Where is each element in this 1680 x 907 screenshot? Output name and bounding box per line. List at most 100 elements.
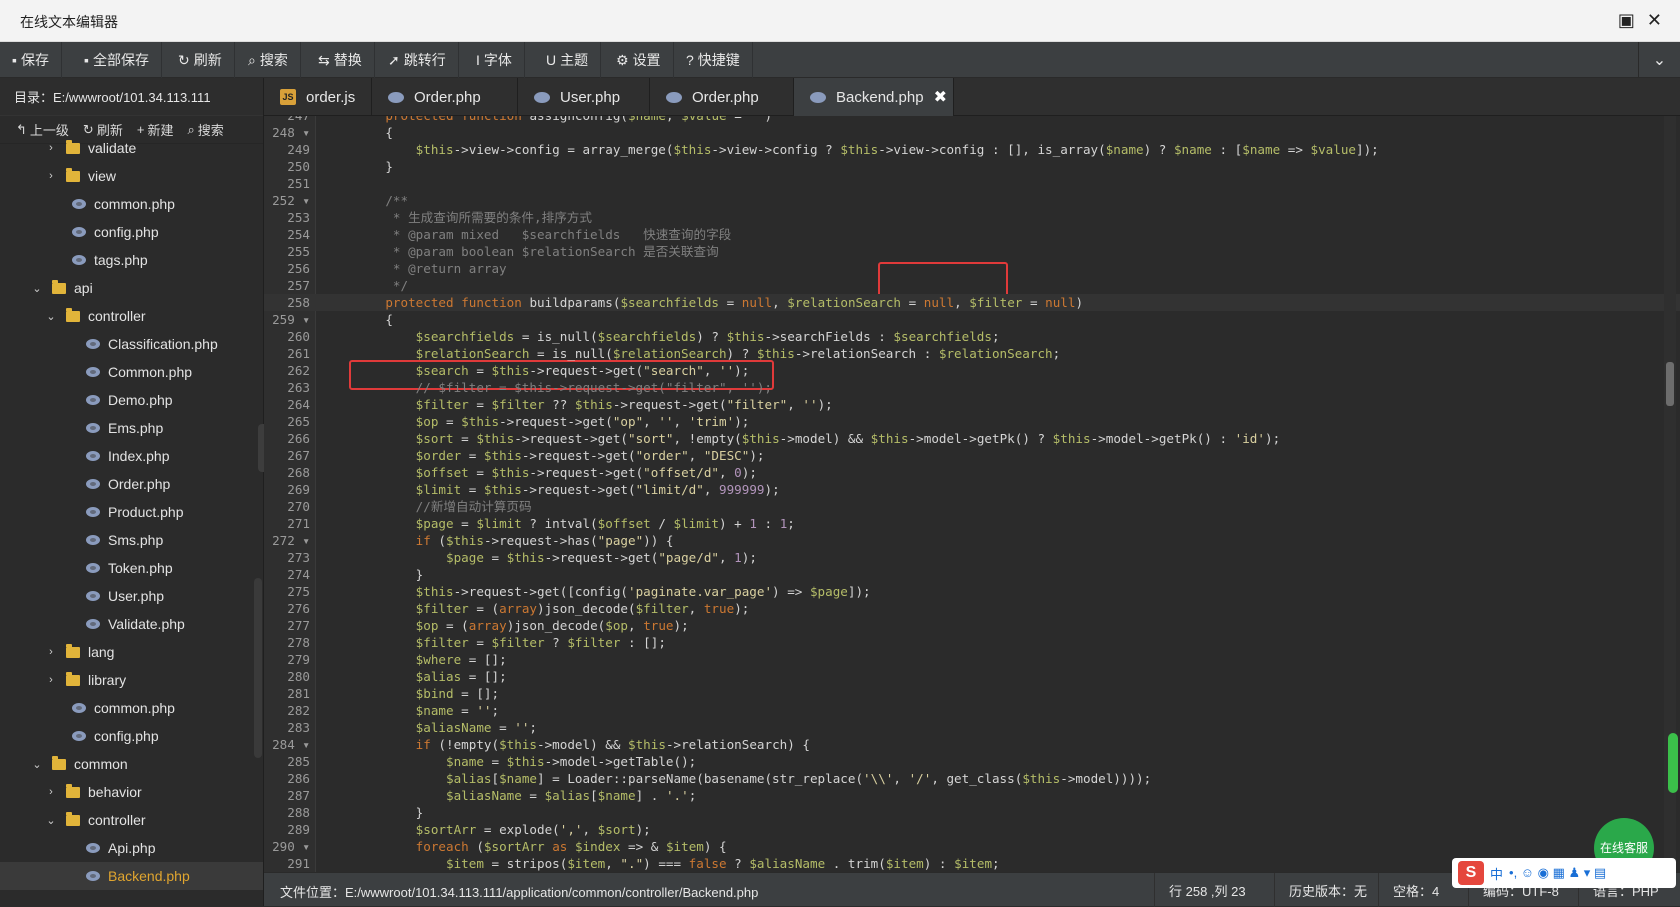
code-line[interactable]: 253 * 生成查询所需要的条件,排序方式 — [264, 209, 1680, 226]
tree-folder[interactable]: ⌄ controller — [0, 302, 263, 330]
chevron-down-icon[interactable]: ⌄ — [30, 758, 44, 771]
tree-folder[interactable]: › lang — [0, 638, 263, 666]
tree-file[interactable]: config.php — [0, 722, 263, 750]
code-line[interactable]: 262 $search = $this->request->get("searc… — [264, 362, 1680, 379]
tree-folder[interactable]: › behavior — [0, 778, 263, 806]
tree-file[interactable]: Product.php — [0, 498, 263, 526]
toolbar-dropdown-icon[interactable]: ⌄ — [1638, 42, 1680, 78]
chevron-down-icon[interactable]: ⌄ — [44, 814, 58, 827]
code-line[interactable]: 281 $bind = []; — [264, 685, 1680, 702]
ime-tool-icons[interactable]: •, ☺ ◉ ▦ ♟ ▾ ▤ — [1509, 865, 1606, 881]
tree-file[interactable]: Order.php — [0, 470, 263, 498]
chevron-right-icon[interactable]: › — [44, 142, 58, 154]
chevron-right-icon[interactable]: › — [44, 646, 58, 658]
close-icon[interactable]: ✕ — [1647, 10, 1662, 31]
tree-file[interactable]: Common.php — [0, 358, 263, 386]
code-line[interactable]: 284 ▾ if (!empty($this->model) && $this-… — [264, 736, 1680, 753]
tree-folder[interactable]: ⌄ api — [0, 274, 263, 302]
tree-file[interactable]: Classification.php — [0, 330, 263, 358]
code-line[interactable]: 261 $relationSearch = is_null($relationS… — [264, 345, 1680, 362]
code-line[interactable]: 271 $page = $limit ? intval($offset / $l… — [264, 515, 1680, 532]
code-line[interactable]: 257 */ — [264, 277, 1680, 294]
history-version[interactable]: 历史版本：无 — [1274, 873, 1381, 907]
code-line[interactable]: 289 $sortArr = explode(',', $sort); — [264, 821, 1680, 838]
chevron-right-icon[interactable]: › — [44, 674, 58, 686]
code-line[interactable]: 274 } — [264, 566, 1680, 583]
toolbar-refresh-button[interactable]: ↻ 刷新 — [166, 42, 235, 78]
ime-language[interactable]: 中 — [1490, 864, 1503, 883]
tree-file[interactable]: Token.php — [0, 554, 263, 582]
code-line[interactable]: 254 * @param mixed $searchfields 快速查询的字段 — [264, 226, 1680, 243]
code-line[interactable]: 273 $page = $this->request->get("page/d"… — [264, 549, 1680, 566]
code-line[interactable]: 259 ▾ { — [264, 311, 1680, 328]
toolbar-search-button[interactable]: ⌕ 搜索 — [236, 42, 301, 78]
tree-file[interactable]: Backend.php — [0, 862, 263, 890]
tree-folder[interactable]: › library — [0, 666, 263, 694]
tree-folder[interactable]: › validate — [0, 134, 263, 162]
code-line[interactable]: 285 $name = $this->model->getTable(); — [264, 753, 1680, 770]
code-line[interactable]: 252 ▾ /** — [264, 192, 1680, 209]
editor-tab[interactable]: User.php — [518, 78, 650, 116]
code-line[interactable]: 260 $searchfields = is_null($searchfield… — [264, 328, 1680, 345]
code-line[interactable]: 272 ▾ if ($this->request->has("page")) { — [264, 532, 1680, 549]
code-line[interactable]: 250 } — [264, 158, 1680, 175]
code-line[interactable]: 280 $alias = []; — [264, 668, 1680, 685]
code-line[interactable]: 270 //新增自动计算页码 — [264, 498, 1680, 515]
tree-file[interactable]: Index.php — [0, 442, 263, 470]
code-line[interactable]: 287 $aliasName = $alias[$name] . '.'; — [264, 787, 1680, 804]
editor-tab[interactable]: JS order.js — [264, 78, 372, 116]
editor-tab[interactable]: Backend.php ✖ — [794, 78, 954, 116]
tree-file[interactable]: common.php — [0, 694, 263, 722]
tree-folder[interactable]: ⌄ common — [0, 750, 263, 778]
code-line[interactable]: 290 ▾ foreach ($sortArr as $index => & $… — [264, 838, 1680, 855]
editor-scrollbar-thumb[interactable] — [1666, 362, 1674, 406]
code-line[interactable]: 251 — [264, 175, 1680, 192]
toolbar-theme-button[interactable]: U 主题 — [534, 42, 602, 78]
tree-file[interactable]: common.php — [0, 190, 263, 218]
code-line[interactable]: 265 $op = $this->request->get("op", '', … — [264, 413, 1680, 430]
code-line[interactable]: 282 $name = ''; — [264, 702, 1680, 719]
code-line[interactable]: 263 // $filter = $this->request->get("fi… — [264, 379, 1680, 396]
chevron-right-icon[interactable]: › — [44, 786, 58, 798]
tree-folder[interactable]: › view — [0, 162, 263, 190]
tree-file[interactable]: config.php — [0, 218, 263, 246]
chevron-down-icon[interactable]: ⌄ — [44, 310, 58, 323]
tree-file[interactable]: User.php — [0, 582, 263, 610]
ime-logo[interactable]: S — [1458, 861, 1484, 885]
tree-file[interactable]: Sms.php — [0, 526, 263, 554]
code-line[interactable]: 248 ▾ { — [264, 124, 1680, 141]
code-editor[interactable]: 247 protected function assignconfig($nam… — [264, 116, 1680, 872]
sidebar-scrollbar[interactable] — [254, 578, 262, 758]
chevron-down-icon[interactable]: ⌄ — [30, 282, 44, 295]
tree-file[interactable]: Validate.php — [0, 610, 263, 638]
tree-file[interactable]: Ems.php — [0, 414, 263, 442]
code-line[interactable]: 249 $this->view->config = array_merge($t… — [264, 141, 1680, 158]
code-line[interactable]: 275 $this->request->get([config('paginat… — [264, 583, 1680, 600]
code-line[interactable]: 283 $aliasName = ''; — [264, 719, 1680, 736]
code-line[interactable]: 256 * @return array — [264, 260, 1680, 277]
code-line[interactable]: 258 protected function buildparams($sear… — [264, 294, 1680, 311]
toolbar-replace-button[interactable]: ⇆ 替换 — [306, 42, 375, 78]
code-line[interactable]: 288 } — [264, 804, 1680, 821]
code-line[interactable]: 279 $where = []; — [264, 651, 1680, 668]
toolbar-jump-button[interactable]: ➚ 跳转行 — [376, 42, 459, 78]
toolbar-font-button[interactable]: I 字体 — [464, 42, 525, 78]
tree-folder[interactable]: ⌄ controller — [0, 806, 263, 834]
code-line[interactable]: 269 $limit = $this->request->get("limit/… — [264, 481, 1680, 498]
toolbar-gear-button[interactable]: ⚙ 设置 — [604, 42, 674, 78]
editor-tab[interactable]: Order.php — [372, 78, 518, 116]
code-line[interactable]: 266 $sort = $this->request->get("sort", … — [264, 430, 1680, 447]
code-line[interactable]: 255 * @param boolean $relationSearch 是否关… — [264, 243, 1680, 260]
code-line[interactable]: 276 $filter = (array)json_decode($filter… — [264, 600, 1680, 617]
code-line[interactable]: 267 $order = $this->request->get("order"… — [264, 447, 1680, 464]
code-line[interactable]: 264 $filter = $filter ?? $this->request-… — [264, 396, 1680, 413]
toolbar-help-button[interactable]: ? 快捷键 — [674, 42, 753, 78]
indent-setting[interactable]: 空格：4 — [1378, 873, 1453, 907]
code-line[interactable]: 247 protected function assignconfig($nam… — [264, 116, 1680, 124]
ime-toolbar[interactable]: S 中 •, ☺ ◉ ▦ ♟ ▾ ▤ — [1452, 858, 1676, 888]
tree-file[interactable]: Demo.php — [0, 386, 263, 414]
toolbar-save-button[interactable]: ▪ 保存 — [0, 42, 62, 78]
tree-file[interactable]: Api.php — [0, 834, 263, 862]
tree-file[interactable]: tags.php — [0, 246, 263, 274]
chevron-right-icon[interactable]: › — [44, 170, 58, 182]
